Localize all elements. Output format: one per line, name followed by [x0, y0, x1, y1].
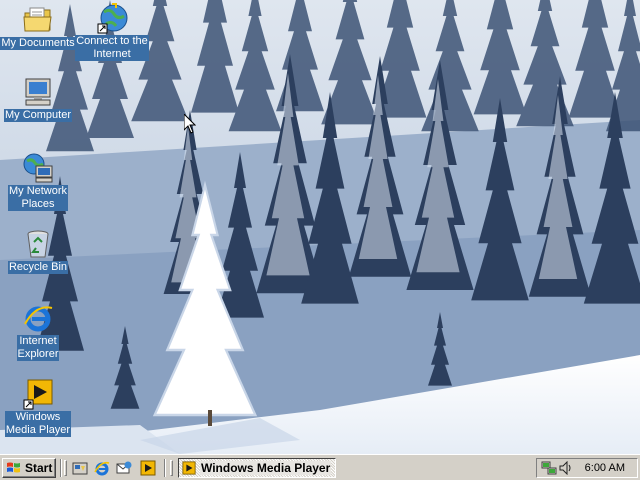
desktop-icon-label: My Documents: [0, 37, 76, 50]
task-button-label: Windows Media Player: [200, 461, 332, 475]
label-line-1: Internet: [19, 335, 57, 347]
system-clock[interactable]: 6:00 AM: [585, 462, 625, 474]
connect-internet-icon: [97, 3, 128, 34]
system-tray: 6:00 AM: [536, 458, 638, 478]
desktop-icon-label: Windows Media Player: [4, 411, 72, 437]
task-area-grip[interactable]: [170, 460, 173, 476]
computer-icon: [25, 78, 51, 106]
label-line-2: Internet: [93, 48, 131, 60]
media-player-icon[interactable]: [140, 460, 156, 476]
label-line-2: Places: [21, 198, 55, 210]
taskbar-separator: [164, 459, 166, 477]
desktop-icon-connect-to-internet[interactable]: Connect to the Internet: [74, 2, 150, 61]
desktop-icon-label: My Network Places: [7, 185, 69, 211]
desktop-icon-label: My Computer: [3, 109, 73, 122]
volume-icon[interactable]: [559, 461, 573, 475]
desktop-icon-my-computer[interactable]: My Computer: [0, 76, 76, 122]
recycle-bin-icon: [27, 230, 49, 258]
taskbar-separator: [60, 459, 62, 477]
wallpaper: [0, 0, 640, 454]
label-line-2: Media Player: [5, 424, 71, 436]
label-line-1: Windows: [15, 411, 61, 423]
label-line-2: Explorer: [17, 348, 59, 360]
label-line-1: Connect to the: [76, 35, 148, 47]
desktop-icon-label: Recycle Bin: [7, 261, 69, 274]
taskbar: Start Windows Media Player 6:00 AM: [0, 454, 640, 480]
desktop-icon-recycle-bin[interactable]: Recycle Bin: [0, 228, 76, 274]
mouse-cursor-icon: [184, 114, 196, 134]
start-label: Start: [25, 461, 53, 475]
media-player-icon: [23, 379, 53, 410]
internet-explorer-icon: [24, 306, 53, 332]
desktop-icon-my-network-places[interactable]: My Network Places: [0, 152, 76, 211]
windows-logo-icon: [7, 462, 20, 473]
show-desktop-icon[interactable]: [72, 460, 88, 476]
folder-documents-icon: [23, 7, 52, 32]
media-player-icon: [182, 461, 196, 475]
desktop-icon-windows-media-player[interactable]: Windows Media Player: [0, 378, 76, 437]
desktop-icon-internet-explorer[interactable]: Internet Explorer: [0, 302, 76, 361]
network-places-icon: [23, 153, 53, 183]
desktop-icon-my-documents[interactable]: My Documents: [0, 4, 76, 50]
internet-explorer-icon[interactable]: [94, 460, 110, 476]
quick-launch-grip[interactable]: [64, 460, 67, 476]
label-line-1: My Network: [8, 185, 68, 197]
task-button-windows-media-player[interactable]: Windows Media Player: [178, 458, 336, 478]
desktop-icon-label: Internet Explorer: [16, 335, 60, 361]
outlook-express-icon[interactable]: [116, 460, 132, 476]
network-connection-icon[interactable]: [541, 461, 557, 475]
start-button[interactable]: Start: [2, 458, 56, 478]
desktop[interactable]: My Documents Connect to the Internet My …: [0, 0, 640, 454]
desktop-icon-label: Connect to the Internet: [75, 35, 149, 61]
